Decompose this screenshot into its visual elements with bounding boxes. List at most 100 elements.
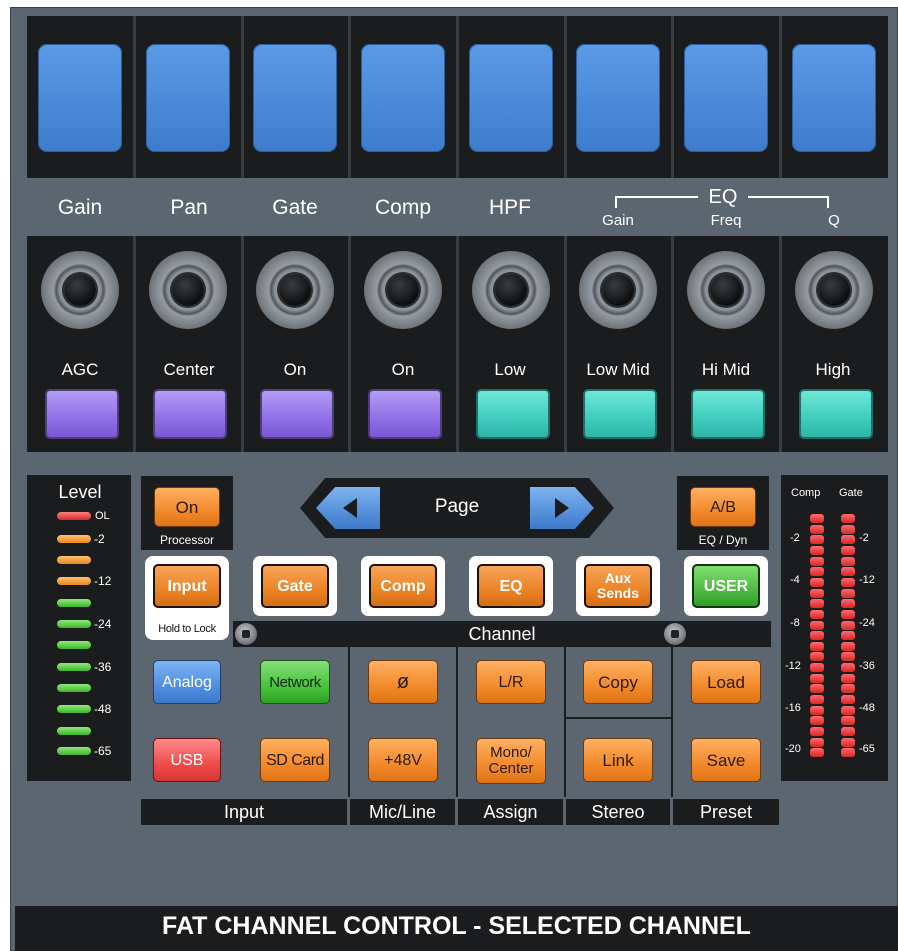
- comp-led: [810, 557, 824, 566]
- comp-led: [810, 674, 824, 683]
- gate-page-button[interactable]: Gate: [261, 564, 329, 608]
- phase-button[interactable]: ø: [368, 660, 438, 704]
- eq-low-mid-button[interactable]: [583, 389, 657, 439]
- comp-page-button[interactable]: Comp: [369, 564, 437, 608]
- led: [57, 641, 91, 649]
- eq-freq-label: Freq: [710, 212, 742, 229]
- gate-knob[interactable]: [256, 251, 334, 329]
- agc-button[interactable]: [45, 389, 119, 439]
- comp-led: [810, 663, 824, 672]
- meter-mark: -36: [94, 660, 112, 674]
- gate-led: [841, 684, 855, 693]
- gate-led: [841, 642, 855, 651]
- eq-freq-knob[interactable]: [687, 251, 765, 329]
- meter-mark: -65: [94, 744, 112, 758]
- pad-label-center: Center: [163, 360, 215, 379]
- eq-gain-knob[interactable]: [579, 251, 657, 329]
- ab-button[interactable]: A/B: [690, 487, 756, 527]
- eq-q-knob[interactable]: [795, 251, 873, 329]
- comp-knob[interactable]: [364, 251, 442, 329]
- section-divider: [348, 647, 350, 797]
- channel-label: Channel: [468, 624, 536, 644]
- gate-led: [841, 738, 855, 747]
- pad-label-comp-on: On: [391, 360, 415, 379]
- eq-low-button[interactable]: [476, 389, 550, 439]
- screen-divider: [348, 16, 351, 178]
- copy-button[interactable]: Copy: [583, 660, 653, 704]
- led: [57, 556, 91, 564]
- comp-on-button[interactable]: [368, 389, 442, 439]
- hpf-knob[interactable]: [472, 251, 550, 329]
- comp-led: [810, 599, 824, 608]
- eq-gain-label: Gain: [602, 212, 634, 229]
- comp-led: [810, 525, 824, 534]
- analog-button[interactable]: Analog: [153, 660, 221, 704]
- hold-to-lock-label: Hold to Lock: [158, 623, 216, 635]
- gate-led: [841, 546, 855, 555]
- label-comp: Comp: [374, 196, 432, 219]
- comp-mark: -20: [785, 743, 801, 755]
- user-button[interactable]: USER: [692, 564, 760, 608]
- gate-led: [841, 599, 855, 608]
- gain-knob[interactable]: [41, 251, 119, 329]
- control-divider: [671, 236, 674, 452]
- screw-left: [235, 623, 257, 645]
- save-button[interactable]: Save: [691, 738, 761, 782]
- sd-card-button[interactable]: SD Card: [260, 738, 330, 782]
- eq-hi-mid-button[interactable]: [691, 389, 765, 439]
- comp-led: [810, 748, 824, 757]
- gate-led: [841, 695, 855, 704]
- led: [57, 727, 91, 735]
- section-preset: Preset: [673, 799, 779, 825]
- label-pan: Pan: [170, 196, 208, 219]
- control-divider: [456, 236, 459, 452]
- comp-meter-title: Comp: [791, 487, 821, 499]
- gate-led: [841, 567, 855, 576]
- section-mic-line: Mic/Line: [350, 799, 455, 825]
- section-divider: [564, 647, 566, 797]
- gate-led: [841, 514, 855, 523]
- input-button[interactable]: Input: [153, 564, 221, 608]
- comp-led: [810, 706, 824, 715]
- gate-led: [841, 706, 855, 715]
- network-button[interactable]: Network: [260, 660, 330, 704]
- gate-on-button[interactable]: [260, 389, 334, 439]
- section-input: Input: [141, 799, 347, 825]
- label-gain: Gain: [57, 196, 103, 219]
- led-ol: [57, 512, 91, 520]
- phantom-power-button[interactable]: +48V: [368, 738, 438, 782]
- aux-sends-button[interactable]: Aux Sends: [584, 564, 652, 608]
- eq-high-button[interactable]: [799, 389, 873, 439]
- screen-divider: [564, 16, 567, 178]
- control-divider: [779, 236, 782, 452]
- control-divider: [241, 236, 244, 452]
- meter-mark: -48: [94, 702, 112, 716]
- screen-6: [576, 44, 660, 152]
- mono-center-button[interactable]: Mono/ Center: [476, 738, 546, 784]
- processor-on-button[interactable]: On: [154, 487, 220, 527]
- pad-label-low-mid: Low Mid: [586, 360, 650, 379]
- eq-page-button[interactable]: EQ: [477, 564, 545, 608]
- load-button[interactable]: Load: [691, 660, 761, 704]
- section-stereo: Stereo: [566, 799, 670, 825]
- stereo-divider: [564, 717, 673, 719]
- left-arrow-icon: [343, 498, 357, 518]
- screen-divider: [241, 16, 244, 178]
- link-button[interactable]: Link: [583, 738, 653, 782]
- comp-led: [810, 716, 824, 725]
- section-divider: [456, 647, 458, 797]
- pan-center-button[interactable]: [153, 389, 227, 439]
- processor-caption: Processor: [159, 533, 215, 547]
- pan-knob[interactable]: [149, 251, 227, 329]
- label-gate: Gate: [272, 196, 318, 219]
- label-hpf: HPF: [489, 196, 531, 219]
- gate-mark: -24: [859, 617, 875, 629]
- lr-assign-button[interactable]: L/R: [476, 660, 546, 704]
- control-divider: [133, 236, 136, 452]
- comp-led: [810, 642, 824, 651]
- gate-led: [841, 610, 855, 619]
- led: [57, 663, 91, 671]
- pad-label-low: Low: [494, 360, 526, 379]
- pad-label-high: High: [815, 360, 851, 379]
- usb-button[interactable]: USB: [153, 738, 221, 782]
